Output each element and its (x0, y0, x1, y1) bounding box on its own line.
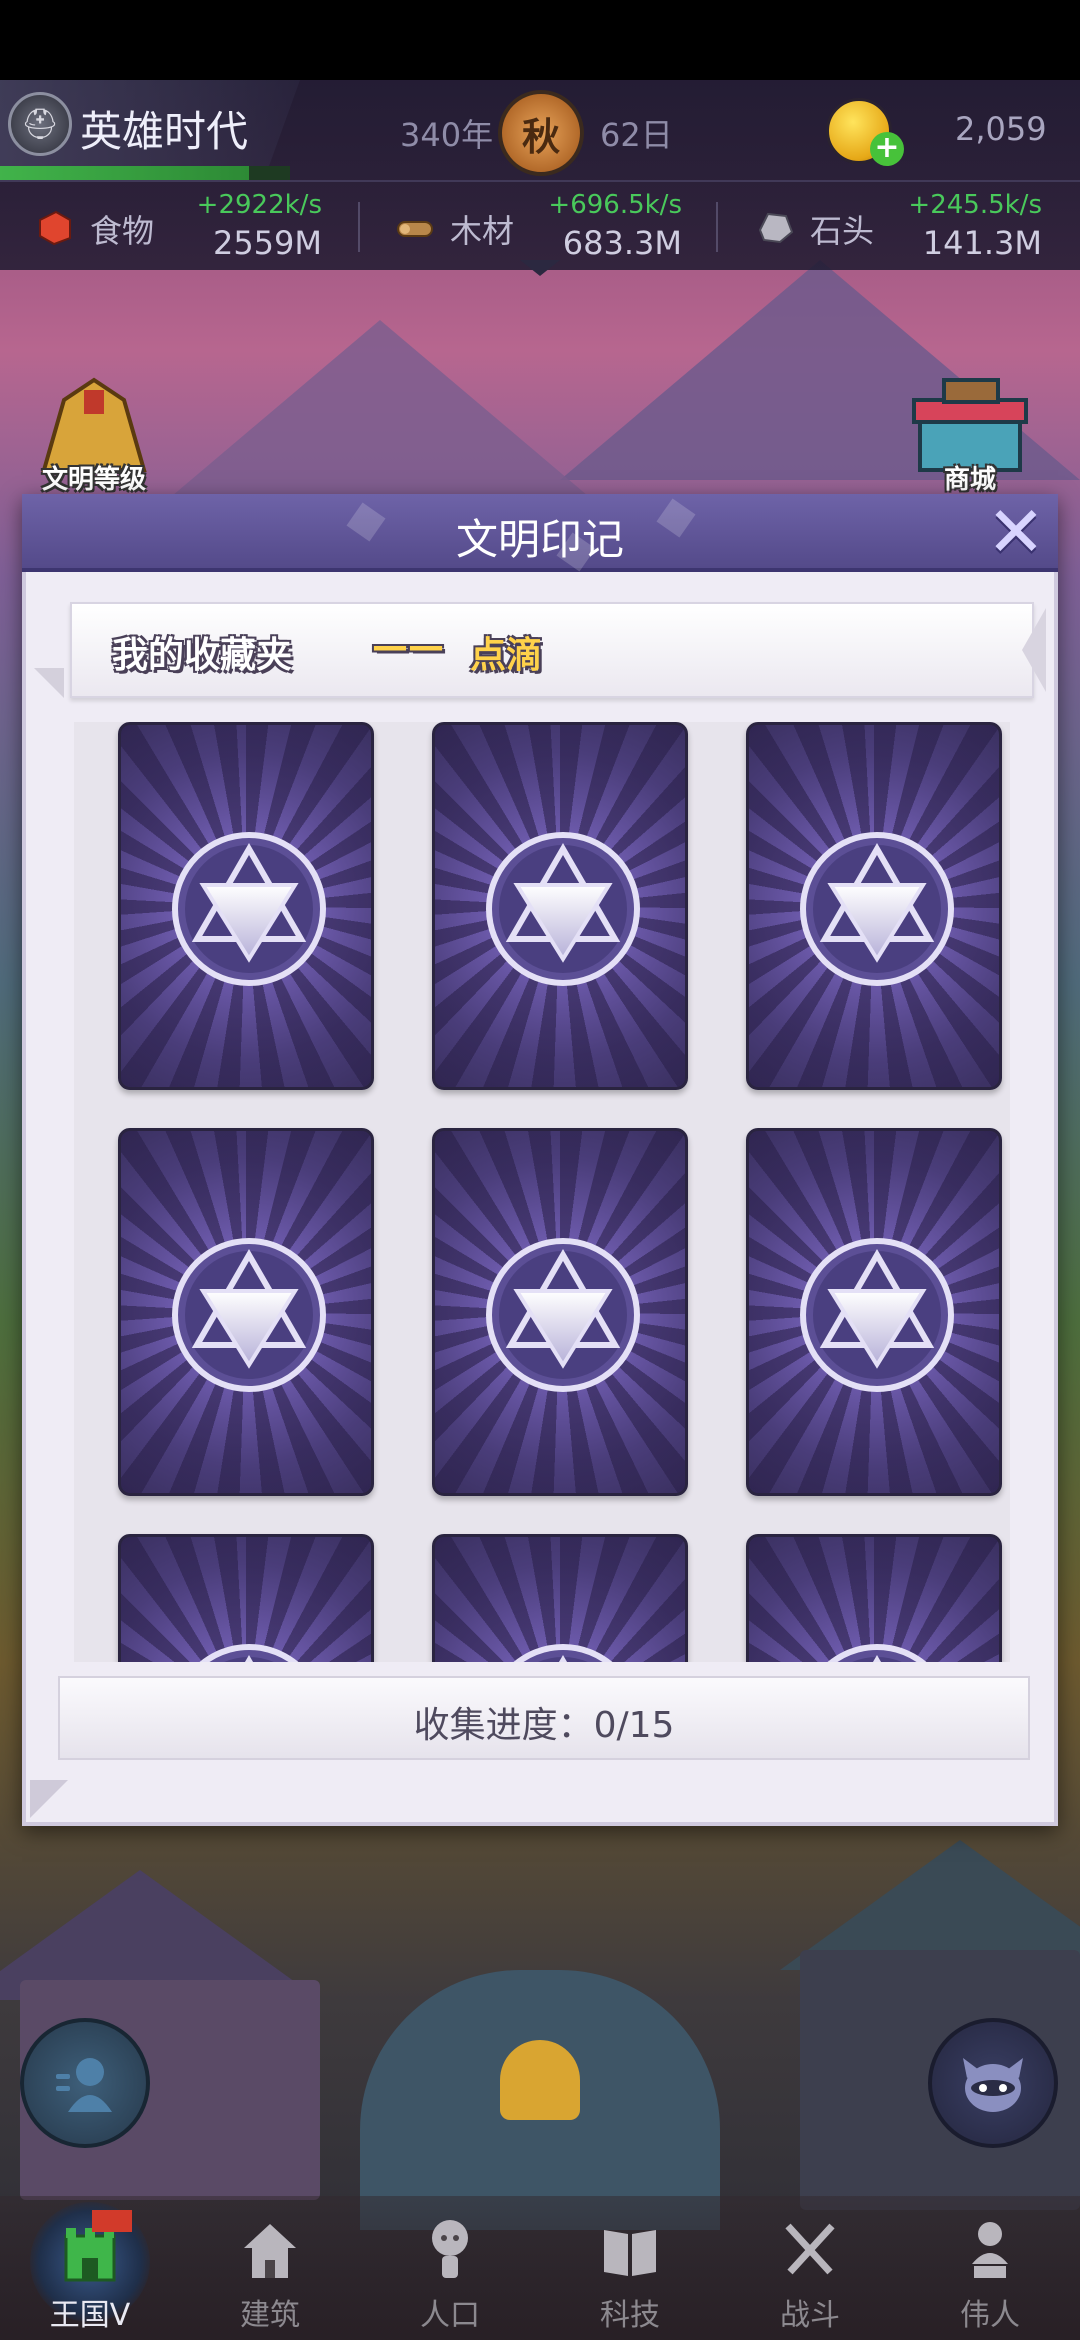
wood-icon (397, 221, 433, 237)
shop-button[interactable]: 商城 (900, 370, 1040, 495)
civilization-level-label: 文明等级 (41, 465, 146, 495)
nav-label: 建筑 (240, 2298, 300, 2333)
collection-progress-text: 收集进度：0/15 (413, 1705, 675, 1746)
resource-rate: +696.5k/s (548, 190, 682, 220)
resource-rate: +245.5k/s (908, 190, 1042, 220)
nav-population[interactable]: 人口 (360, 2196, 540, 2340)
resource-amount: 141.3M (922, 224, 1042, 262)
bottom-navigation: 王国V 建筑 人口 科技 战斗 伟人 (0, 2196, 1080, 2340)
top-row: ⛑ 英雄时代 340年 秋 62日 + 2,059 (0, 80, 1080, 180)
civilization-level-button[interactable]: 文明等级 (24, 370, 164, 495)
resource-name: 食物 (90, 212, 155, 250)
hexagram-emblem-icon (800, 832, 954, 986)
top-status-bar: ⛑ 英雄时代 340年 秋 62日 + 2,059 食物 +2922k/s 25… (0, 80, 1080, 276)
collection-ribbon: 我的收藏夹 —— 点滴 (70, 602, 1034, 698)
resource-name: 木材 (450, 212, 515, 250)
hexagram-emblem-icon (199, 1644, 299, 1662)
ribbon-fold-decoration (1022, 608, 1046, 692)
card-grid-scroll[interactable] (74, 722, 1010, 1662)
hexagram-emblem-icon (486, 1238, 640, 1392)
resource-name: 石头 (810, 212, 875, 250)
resource-stone[interactable]: 石头 +245.5k/s 141.3M (720, 182, 1078, 272)
mark-card[interactable] (118, 1534, 374, 1662)
nav-buildings[interactable]: 建筑 (180, 2196, 360, 2340)
chat-button[interactable] (20, 2018, 150, 2148)
person-icon (432, 2220, 468, 2278)
hexagram-emblem-icon (172, 1238, 326, 1392)
mark-card[interactable] (746, 1534, 1002, 1662)
coin-count: 2,059 (955, 110, 1047, 148)
mark-card[interactable] (746, 1128, 1002, 1496)
collection-progress-bar: 收集进度：0/15 (58, 1676, 1030, 1760)
collection-label: 我的收藏夹 (112, 635, 293, 676)
nav-label: 人口 (420, 2298, 480, 2333)
hexagram-emblem-icon (486, 832, 640, 986)
spartan-helmet-icon[interactable]: ⛑ (8, 92, 72, 156)
nav-label: 伟人 (960, 2298, 1020, 2333)
nav-label: 王国V (49, 2298, 131, 2333)
day-label: 62日 (600, 116, 673, 154)
ribbon-fold-decoration (34, 668, 64, 698)
mark-card[interactable] (118, 722, 374, 1090)
nav-great-people[interactable]: 伟人 (900, 2196, 1080, 2340)
experience-bar-fill (0, 166, 250, 180)
hexagram-emblem-icon (800, 1238, 954, 1392)
resource-wood[interactable]: 木材 +696.5k/s 683.3M (360, 182, 718, 272)
experience-bar (0, 166, 290, 180)
nav-label: 战斗 (780, 2298, 840, 2333)
corner-fold-decoration (30, 1780, 68, 1818)
mark-card[interactable] (432, 722, 688, 1090)
add-coins-button[interactable]: + (870, 132, 904, 166)
expand-arrow-icon[interactable] (520, 260, 560, 276)
resource-row: 食物 +2922k/s 2559M 木材 +696.5k/s 683.3M 石头… (0, 180, 1080, 270)
year-label: 340年 (400, 116, 494, 154)
flag-icon (92, 2210, 132, 2232)
mark-card[interactable] (432, 1128, 688, 1496)
hexagram-emblem-icon (513, 1644, 613, 1662)
raccoon-icon (963, 2058, 1023, 2112)
mark-card[interactable] (118, 1128, 374, 1496)
nav-technology[interactable]: 科技 (540, 2196, 720, 2340)
hexagram-emblem-icon (172, 832, 326, 986)
crossed-swords-icon (785, 2223, 835, 2275)
mark-card[interactable] (432, 1534, 688, 1662)
resource-rate: +2922k/s (196, 190, 322, 220)
house-icon (244, 2224, 296, 2278)
resource-amount: 2559M (212, 224, 322, 262)
food-icon (39, 210, 71, 246)
civilization-mark-modal: 文明印记 ✕ 我的收藏夹 —— 点滴 收集进度：0/15 (22, 494, 1058, 1826)
modal-title: 文明印记 (455, 515, 624, 564)
book-icon (604, 2230, 656, 2276)
raccoon-helper-button[interactable] (928, 2018, 1058, 2148)
bell-decoration (500, 2040, 580, 2120)
ribbon-dash: —— (372, 626, 444, 667)
stone-icon (758, 212, 794, 244)
collection-name: 点滴 (470, 635, 543, 676)
hexagram-emblem-icon (827, 1644, 927, 1662)
modal-header: 文明印记 ✕ (22, 494, 1058, 572)
season-badge: 秋 (498, 90, 584, 176)
resource-food[interactable]: 食物 +2922k/s 2559M (0, 182, 358, 272)
chat-person-icon (56, 2058, 112, 2112)
mark-card[interactable] (746, 722, 1002, 1090)
bust-icon (972, 2222, 1008, 2278)
game-title: 英雄时代 (80, 107, 249, 156)
resource-amount: 683.3M (562, 224, 682, 262)
close-button[interactable]: ✕ (984, 497, 1048, 567)
nav-battle[interactable]: 战斗 (720, 2196, 900, 2340)
divider (716, 202, 718, 252)
nav-kingdom[interactable]: 王国V (0, 2196, 180, 2340)
nav-label: 科技 (600, 2298, 660, 2333)
